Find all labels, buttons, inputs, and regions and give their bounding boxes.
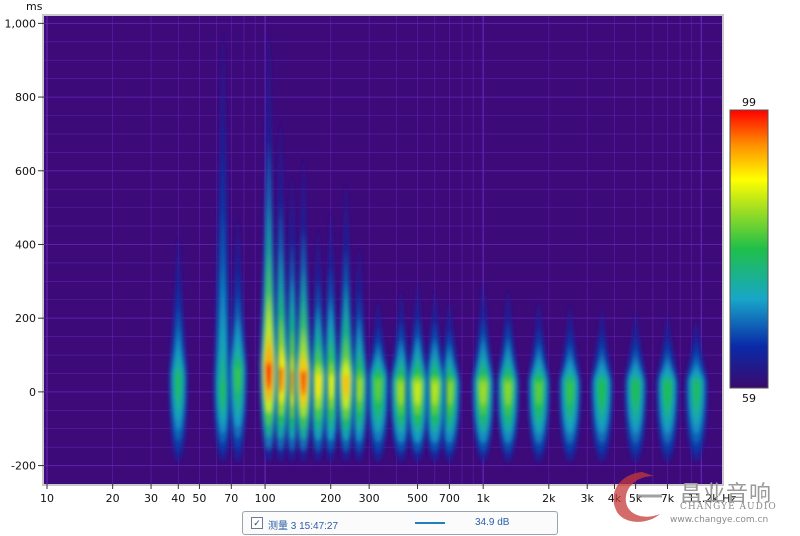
x-tick-label: 3k — [581, 492, 595, 505]
x-tick-label: 500 — [407, 492, 428, 505]
x-tick-label: 50 — [192, 492, 206, 505]
y-tick-label: 800 — [15, 91, 36, 104]
x-tick-label: 10 — [40, 492, 54, 505]
watermark-url: www.changye.com.cn — [670, 515, 769, 525]
series-visibility-checkbox[interactable]: ✓ — [251, 517, 263, 529]
x-tick-label: 200 — [320, 492, 341, 505]
colorbar-max-label: 99 — [742, 96, 756, 109]
y-tick-label: 1,000 — [5, 17, 37, 30]
brand-logo-icon — [613, 472, 662, 522]
y-axis-unit: ms — [26, 0, 43, 13]
x-tick-label: 30 — [144, 492, 158, 505]
x-tick-label: 70 — [224, 492, 238, 505]
watermark: 昌业音响 CHANGYE AUDIO www.changye.com.cn — [600, 466, 795, 530]
x-tick-label: 2k — [542, 492, 556, 505]
x-tick-label: 20 — [106, 492, 120, 505]
y-tick-label: 400 — [15, 238, 36, 251]
x-tick-label: 300 — [359, 492, 380, 505]
colorbar — [729, 109, 769, 389]
watermark-subtitle: CHANGYE AUDIO — [680, 502, 777, 512]
y-tick-label: 0 — [29, 386, 36, 399]
series-legend: ✓ 测量 3 15:47:27 34.9 dB — [242, 511, 558, 535]
series-line-swatch — [415, 522, 445, 524]
x-tick-label: 40 — [171, 492, 185, 505]
series-name: 测量 3 15:47:27 — [268, 521, 339, 532]
x-tick-label: 100 — [255, 492, 276, 505]
colorbar-min-label: 59 — [742, 392, 756, 405]
x-tick-label: 1k — [476, 492, 490, 505]
x-tick-label: 700 — [439, 492, 460, 505]
y-tick-label: -200 — [11, 460, 36, 473]
y-axis: 1,000 800 600 400 200 0 -200 — [5, 17, 44, 473]
waterfall-chart: ms 1,000 800 600 400 200 0 -200 10 20 30 40 50 70 10… — [5, 0, 769, 505]
series-value: 34.9 dB — [475, 517, 510, 528]
y-tick-label: 600 — [15, 165, 36, 178]
y-tick-label: 200 — [15, 312, 36, 325]
